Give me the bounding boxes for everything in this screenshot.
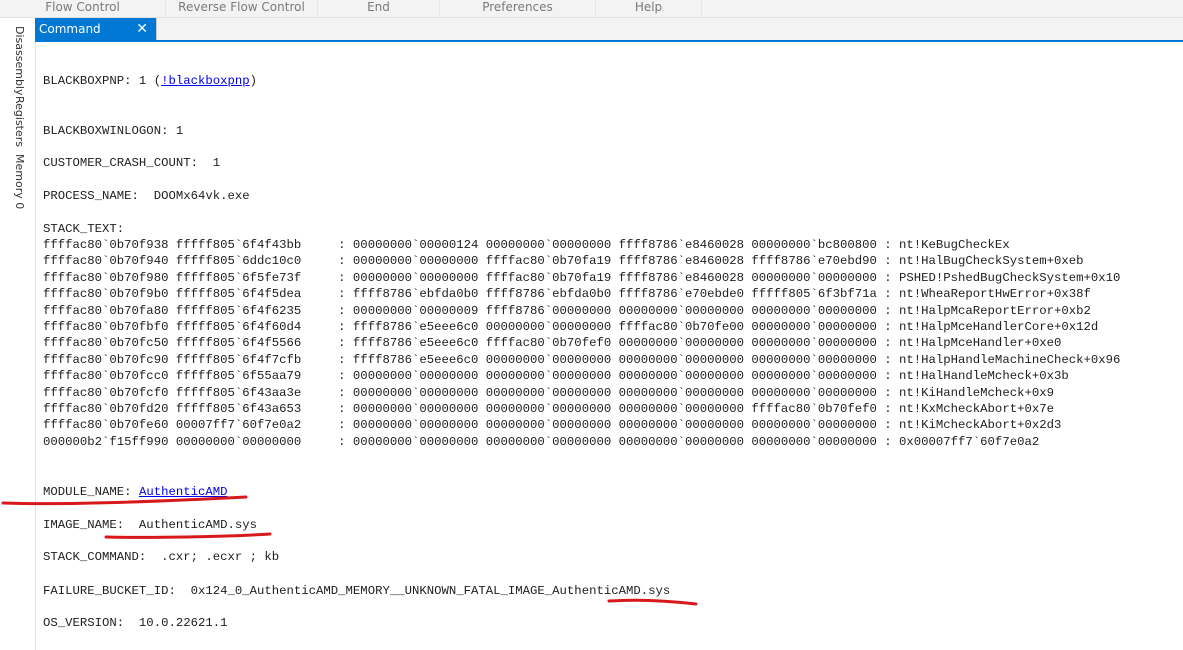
output-image-name: IMAGE_NAME: AuthenticAMD.sys — [43, 518, 258, 532]
command-output: BLACKBOXPNP: 1 (!blackboxpnp) BLACKBOXWI… — [43, 40, 1181, 650]
output-blackboxwinlogon: BLACKBOXWINLOGON: 1 — [43, 124, 184, 138]
blackboxpnp-tail: ) — [249, 74, 258, 88]
close-icon[interactable]: ✕ — [136, 18, 148, 40]
stack-row: ffffac80`0b70fc90 fffff805`6f4f7cfb : ff… — [43, 352, 1121, 367]
ribbon-flow-control-button[interactable]: Flow Control — [0, 0, 166, 17]
stack-row: ffffac80`0b70fd20 fffff805`6f43a653 : 00… — [43, 401, 1054, 416]
ribbon-preferences-button[interactable]: Preferences — [440, 0, 596, 17]
blackboxpnp-key: BLACKBOXPNP: 1 ( — [43, 74, 162, 88]
stack-row: ffffac80`0b70f980 fffff805`6f5fe73f : 00… — [43, 270, 1121, 285]
ribbon-end-button[interactable]: End — [318, 0, 440, 17]
module-name-link[interactable]: AuthenticAMD — [139, 485, 228, 499]
stack-row: ffffac80`0b70fa80 fffff805`6f4f6235 : 00… — [43, 303, 1091, 318]
ribbon-help-button[interactable]: Help — [596, 0, 702, 17]
stack-row: ffffac80`0b70fc50 fffff805`6f4f5566 : ff… — [43, 336, 1062, 351]
module-name-key: MODULE_NAME: — [43, 485, 139, 499]
output-stack-text-label: STACK_TEXT: — [43, 222, 125, 236]
output-blackboxpnp: BLACKBOXPNP: 1 (!blackboxpnp) — [43, 73, 257, 89]
side-panel-tabs: Disassembly Registers Memory 0 — [0, 18, 36, 650]
stack-row: ffffac80`0b70fcf0 fffff805`6f43aa3e : 00… — [43, 385, 1054, 400]
stack-row: ffffac80`0b70fcc0 fffff805`6f55aa79 : 00… — [43, 369, 1069, 384]
document-tab-bar: Command ✕ — [35, 18, 1183, 42]
output-stack-command: STACK_COMMAND: .cxr; .ecxr ; kb — [43, 550, 280, 564]
stack-row: ffffac80`0b70f9b0 fffff805`6f4f5dea : ff… — [43, 287, 1091, 302]
output-os-version: OS_VERSION: 10.0.22621.1 — [43, 616, 228, 630]
stack-row: ffffac80`0b70f938 fffff805`6f4f43bb : 00… — [43, 238, 1010, 252]
sidebar-item-disassembly[interactable]: Disassembly — [13, 26, 26, 96]
ribbon-toolbar: Flow Control Reverse Flow Control End Pr… — [0, 0, 1183, 18]
ribbon-reverse-flow-control-button[interactable]: Reverse Flow Control — [166, 0, 318, 17]
sidebar-item-registers[interactable]: Registers — [13, 96, 26, 147]
output-module-name: MODULE_NAME: AuthenticAMD — [43, 484, 228, 500]
tab-command[interactable]: Command ✕ — [35, 18, 156, 40]
blackboxpnp-link[interactable]: !blackboxpnp — [161, 74, 250, 88]
stack-row: 000000b2`f15ff990 00000000`00000000 : 00… — [43, 434, 1040, 449]
output-customer-crash-count: CUSTOMER_CRASH_COUNT: 1 — [43, 156, 221, 170]
stack-row: ffffac80`0b70f940 fffff805`6ddc10c0 : 00… — [43, 254, 1084, 269]
output-failure-bucket-id: FAILURE_BUCKET_ID: 0x124_0_AuthenticAMD_… — [43, 584, 671, 598]
tab-command-label: Command — [39, 22, 101, 36]
tab-separator — [156, 18, 157, 40]
output-process-name: PROCESS_NAME: DOOMx64vk.exe — [43, 189, 250, 203]
stack-row: ffffac80`0b70fbf0 fffff805`6f4f60d4 : ff… — [43, 319, 1099, 334]
sidebar-item-memory[interactable]: Memory 0 — [13, 154, 26, 209]
stack-row: ffffac80`0b70fe60 00007ff7`60f7e0a2 : 00… — [43, 418, 1062, 433]
stack-text-table: ffffac80`0b70f938 fffff805`6f4f43bb : 00… — [43, 237, 1120, 450]
